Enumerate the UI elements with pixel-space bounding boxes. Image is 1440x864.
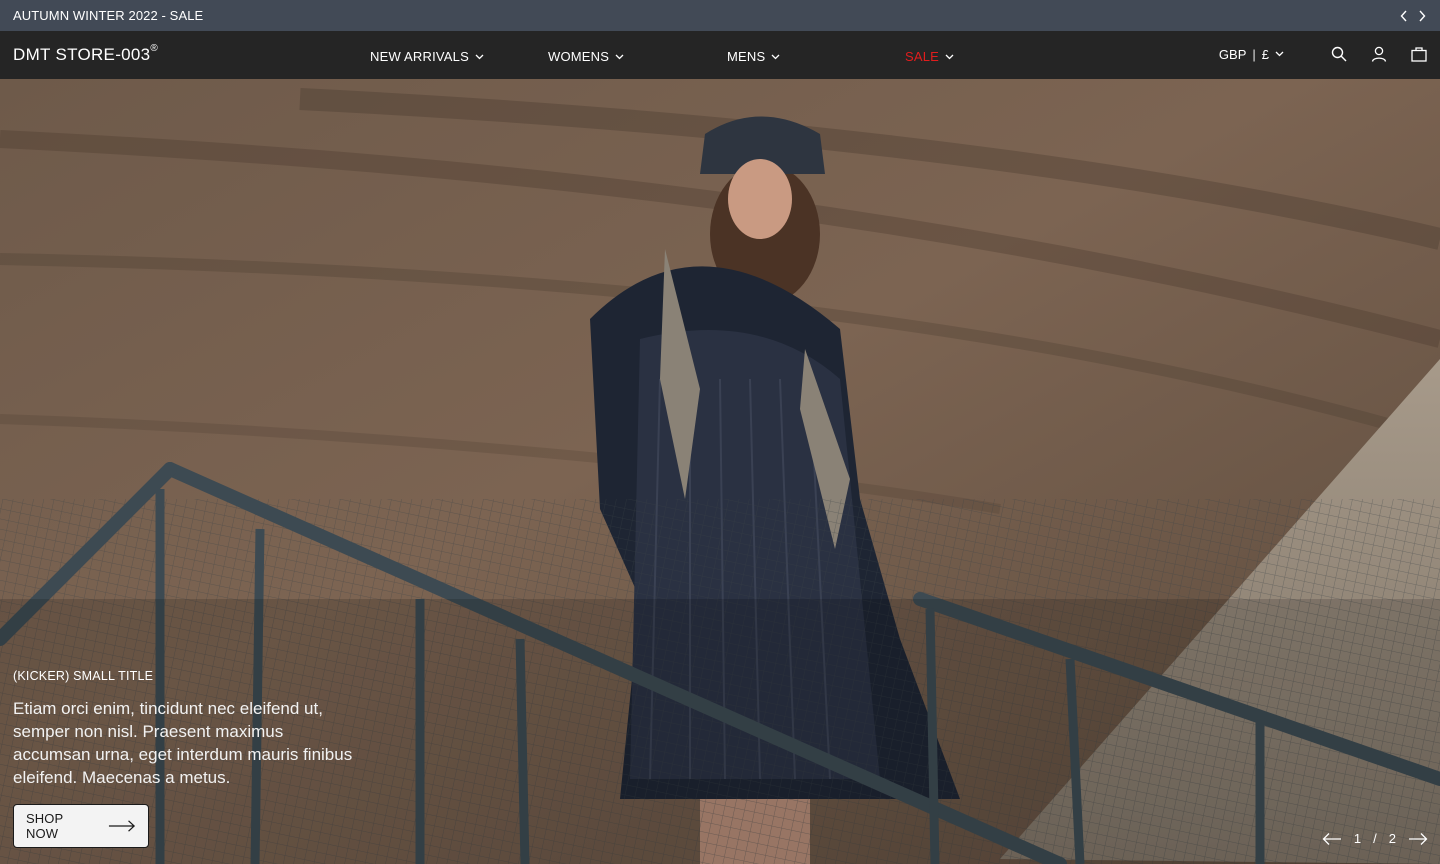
chevron-down-icon <box>615 54 624 59</box>
nav-sale[interactable]: SALE <box>905 49 954 64</box>
announcement-text: AUTUMN WINTER 2022 - SALE <box>13 8 204 23</box>
currency-symbol: £ <box>1261 46 1269 62</box>
hero-body-text: Etiam orci enim, tincidunt nec eleifend … <box>13 699 353 787</box>
chevron-left-icon[interactable] <box>1399 9 1409 23</box>
hero-kicker: (KICKER) SMALL TITLE <box>13 669 154 683</box>
currency-selector[interactable]: GBP | £ <box>1219 47 1284 62</box>
pager-current: 1 <box>1353 831 1362 846</box>
hero-copy: (KICKER) SMALL TITLE Etiam orci enim, ti… <box>13 669 353 789</box>
currency-code: GBP <box>1218 46 1247 62</box>
search-icon[interactable] <box>1330 45 1348 63</box>
chevron-down-icon <box>771 54 780 59</box>
logo-text: DMT STORE-003 <box>13 45 151 64</box>
currency-separator: | <box>1252 46 1256 62</box>
nav-mens[interactable]: MENS <box>727 49 780 64</box>
nav-label: MENS <box>727 49 766 64</box>
arrow-right-icon <box>108 820 136 832</box>
announcement-bar: AUTUMN WINTER 2022 - SALE <box>0 0 1440 31</box>
nav-label: SALE <box>905 49 940 64</box>
nav-label: NEW ARRIVALS <box>370 49 469 64</box>
header-utilities: GBP | £ <box>1219 45 1428 63</box>
shop-now-label: SHOP NOW <box>26 811 64 841</box>
nav-womens[interactable]: WOMENS <box>548 49 624 64</box>
slide-pager: 1 / 2 <box>1322 831 1428 846</box>
account-icon[interactable] <box>1370 45 1388 63</box>
arrow-left-icon[interactable] <box>1322 832 1342 846</box>
store-logo[interactable]: DMT STORE-003® <box>13 43 159 65</box>
hero-banner: (KICKER) SMALL TITLE Etiam orci enim, ti… <box>0 79 1440 864</box>
chevron-down-icon <box>945 54 954 59</box>
arrow-right-icon[interactable] <box>1408 832 1428 846</box>
nav-new-arrivals[interactable]: NEW ARRIVALS <box>370 49 484 64</box>
announcement-controls <box>1399 9 1427 23</box>
shop-now-button[interactable]: SHOP NOW <box>13 804 149 848</box>
chevron-right-icon[interactable] <box>1417 9 1427 23</box>
pager-total: 2 <box>1388 831 1396 846</box>
logo-registered-mark: ® <box>150 43 159 54</box>
bag-icon[interactable] <box>1410 45 1428 63</box>
chevron-down-icon <box>475 54 484 59</box>
nav-label: WOMENS <box>548 49 610 64</box>
chevron-down-icon <box>1275 51 1284 57</box>
site-header: DMT STORE-003® NEW ARRIVALS WOMENS MENS … <box>0 31 1440 79</box>
pager-divider: / <box>1373 831 1377 846</box>
